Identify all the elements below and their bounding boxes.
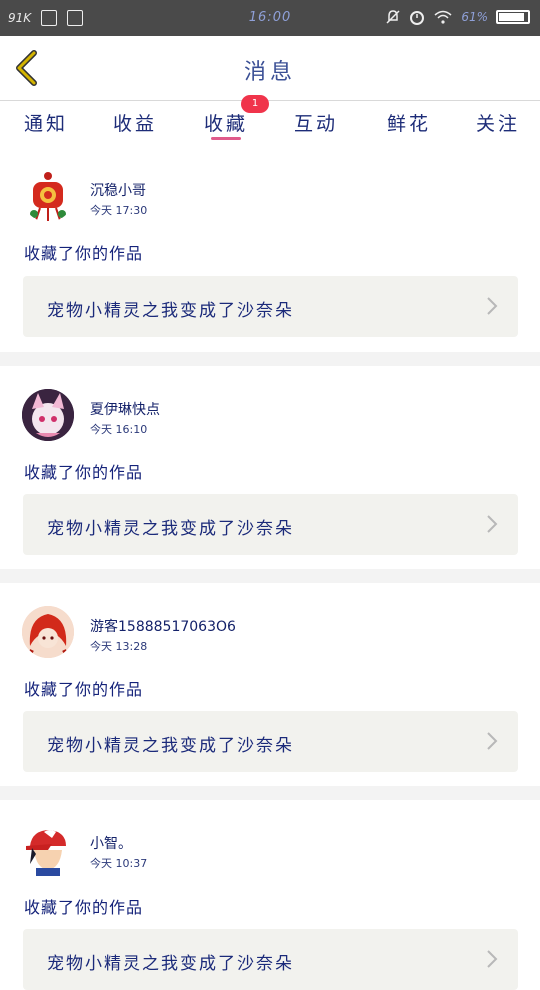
tab-interactions[interactable]: 互动 [294,109,338,136]
message-card: 小智。 今天 10:37 收藏了你的作品 宠物小精灵之我变成了沙奈朵 [0,800,540,990]
username[interactable]: 游客15888517063O6 [90,616,236,636]
message-action: 收藏了你的作品 [24,898,144,917]
work-title: 宠物小精灵之我变成了沙奈朵 [47,519,294,539]
chevron-right-icon [487,732,498,750]
message-action: 收藏了你的作品 [24,244,144,263]
chevron-right-icon [487,515,498,533]
message-action: 收藏了你的作品 [24,680,144,699]
message-action: 收藏了你的作品 [24,463,144,482]
chinese-knot-avatar-icon [30,172,66,221]
red-hair-avatar-icon [22,606,74,658]
alarm-icon [410,11,425,25]
message-card: 游客15888517063O6 今天 13:28 收藏了你的作品 宠物小精灵之我… [0,583,540,786]
tab-earnings[interactable]: 收益 [113,109,157,136]
battery-icon [496,10,530,24]
card-separator [0,569,540,583]
mute-bell-icon [386,10,400,24]
tab-notifications[interactable]: 通知 [24,109,68,136]
tab-favorites[interactable]: 收藏 [204,109,248,136]
card-separator [0,352,540,366]
header-bar: 消息 [0,36,540,100]
work-title: 宠物小精灵之我变成了沙奈朵 [47,736,294,756]
card-separator [0,786,540,800]
page-title: 消息 [243,60,296,85]
work-title: 宠物小精灵之我变成了沙奈朵 [47,954,294,974]
avatar[interactable] [22,389,74,441]
wifi-icon [434,10,452,24]
message-time: 今天 13:28 [90,640,148,653]
message-card: 夏伊琳快点 今天 16:10 收藏了你的作品 宠物小精灵之我变成了沙奈朵 [0,366,540,569]
battery-percent: 61% [461,10,488,24]
active-tab-indicator [211,137,241,140]
username[interactable]: 沉稳小哥 [90,180,146,200]
avatar[interactable] [22,170,74,222]
message-card: 沉稳小哥 今天 17:30 收藏了你的作品 宠物小精灵之我变成了沙奈朵 [0,147,540,352]
cap-boy-avatar-icon [22,824,74,876]
message-time: 今天 17:30 [90,204,148,217]
username[interactable]: 夏伊琳快点 [90,399,160,419]
chevron-right-icon [487,950,498,968]
work-title: 宠物小精灵之我变成了沙奈朵 [47,301,294,321]
anime-girl-avatar-icon [22,389,74,441]
tab-bar: 通知 收益 收藏 1 互动 鲜花 关注 [0,95,540,147]
message-time: 今天 16:10 [90,423,148,436]
avatar[interactable] [22,606,74,658]
tab-flowers[interactable]: 鲜花 [387,109,431,136]
status-bar: 91K 16:00 61% [0,0,540,36]
username[interactable]: 小智。 [90,833,132,853]
work-link[interactable]: 宠物小精灵之我变成了沙奈朵 [23,494,518,555]
status-right: 61% [385,9,530,25]
avatar[interactable] [22,824,74,876]
favorites-badge: 1 [241,95,269,113]
tab-following[interactable]: 关注 [476,109,520,136]
chevron-right-icon [487,297,498,315]
work-link[interactable]: 宠物小精灵之我变成了沙奈朵 [23,711,518,772]
work-link[interactable]: 宠物小精灵之我变成了沙奈朵 [23,276,518,337]
message-time: 今天 10:37 [90,857,148,870]
